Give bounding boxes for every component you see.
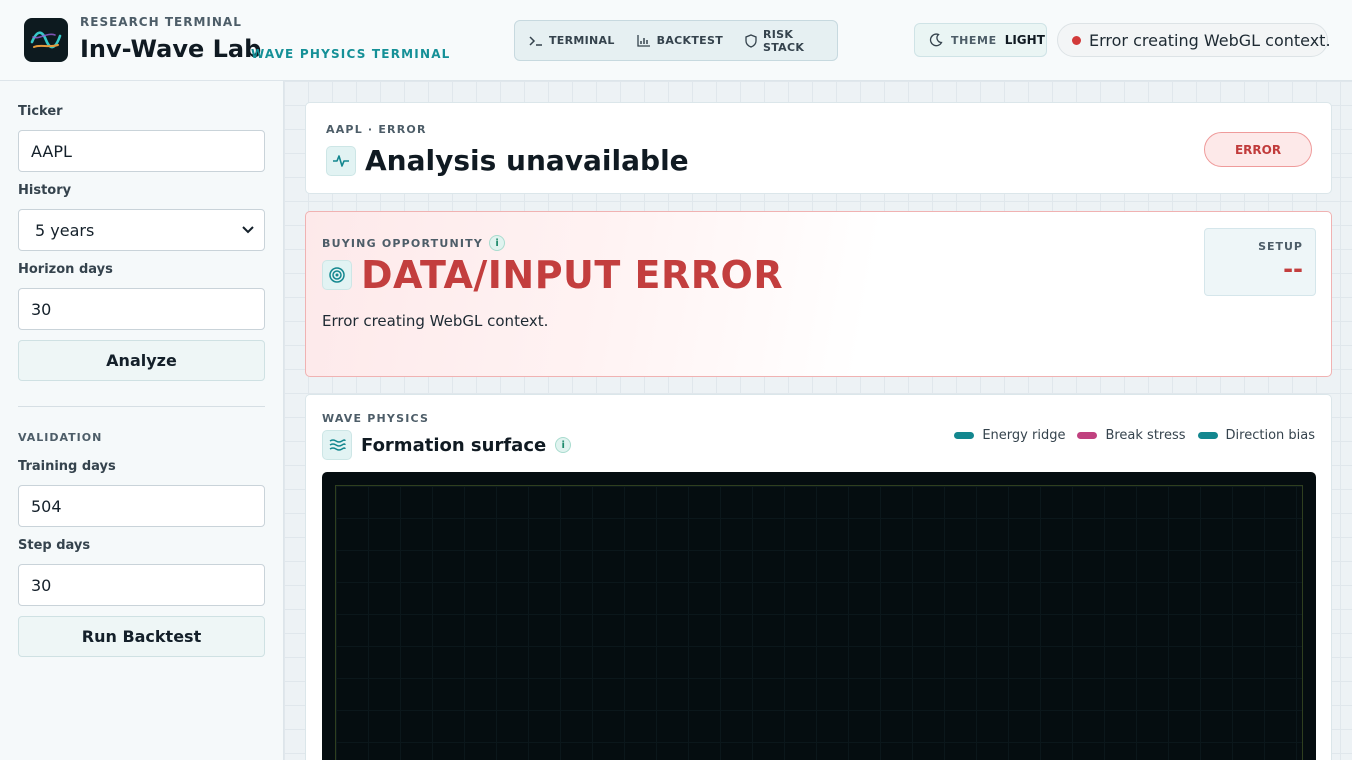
history-select[interactable]: 5 years <box>18 209 265 251</box>
signal-card: BUYING OPPORTUNITY i DATA/INPUT ERROR Er… <box>305 211 1332 377</box>
legend-direction-bias: Direction bias <box>1197 428 1315 443</box>
legend-swatch <box>954 432 975 439</box>
control-sidebar: Ticker History 5 years Horizon days Anal… <box>0 81 284 760</box>
history-label: History <box>18 183 72 198</box>
horizon-input[interactable] <box>18 288 265 330</box>
signal-headline: DATA/INPUT ERROR <box>361 253 784 297</box>
error-status-badge: ERROR <box>1204 132 1312 167</box>
training-days-label: Training days <box>18 459 116 474</box>
legend-label: Direction bias <box>1225 428 1315 443</box>
bar-chart-icon <box>637 34 650 47</box>
app-title: Inv-Wave Lab <box>80 35 262 63</box>
nav-risk-stack-label: RISK STACK <box>763 27 805 54</box>
legend-label: Energy ridge <box>982 428 1066 443</box>
validation-section-label: VALIDATION <box>18 431 103 444</box>
info-icon[interactable]: i <box>489 235 506 251</box>
pulse-icon <box>326 145 356 176</box>
setup-label: SETUP <box>1258 240 1303 253</box>
brand-kicker: RESEARCH TERMINAL <box>80 15 242 29</box>
sidebar-divider <box>18 406 265 407</box>
terminal-prompt-icon <box>529 35 542 46</box>
legend-break-stress: Break stress <box>1077 428 1186 443</box>
summary-kicker: AAPL · ERROR <box>326 123 427 136</box>
theme-label: THEME <box>951 33 997 47</box>
status-indicator: Error creating WebGL context. <box>1057 23 1331 57</box>
analyze-button[interactable]: Analyze <box>18 340 265 381</box>
summary-card: AAPL · ERROR Analysis unavailable ERROR <box>305 102 1332 194</box>
run-backtest-button[interactable]: Run Backtest <box>18 616 265 657</box>
app-header: RESEARCH TERMINAL Inv-Wave Lab WAVE PHYS… <box>0 0 1352 81</box>
status-dot-icon <box>1072 35 1081 45</box>
theme-value: LIGHT <box>1004 33 1045 47</box>
nav-risk-stack[interactable]: RISK STACK <box>745 28 837 54</box>
legend-swatch <box>1197 432 1218 439</box>
theme-toggle[interactable]: THEME LIGHT <box>914 23 1047 57</box>
step-days-label: Step days <box>18 538 91 553</box>
chevron-down-icon <box>242 226 254 234</box>
surface-kicker: WAVE PHYSICS <box>322 412 430 425</box>
main-nav: TERMINAL BACKTEST RISK STACK <box>514 20 838 61</box>
legend-energy-ridge: Energy ridge <box>954 428 1065 443</box>
ticker-label: Ticker <box>18 104 63 119</box>
horizon-label: Horizon days <box>18 262 113 277</box>
shield-icon <box>745 33 757 48</box>
formation-surface-card: WAVE PHYSICS Formation surface i Energy … <box>305 394 1332 760</box>
main-content: AAPL · ERROR Analysis unavailable ERROR … <box>284 81 1352 760</box>
webgl-surface-canvas[interactable] <box>322 472 1316 760</box>
surface-legend: Energy ridge Break stress Direction bias <box>954 428 1315 443</box>
ticker-input[interactable] <box>18 130 265 172</box>
legend-label: Break stress <box>1105 428 1186 443</box>
info-icon[interactable]: i <box>555 437 572 453</box>
training-days-input[interactable] <box>18 485 265 527</box>
step-days-input[interactable] <box>18 564 265 606</box>
waves-icon <box>322 430 352 460</box>
signal-kicker: BUYING OPPORTUNITY <box>322 236 484 250</box>
surface-title: Formation surface <box>361 434 547 456</box>
nav-backtest[interactable]: BACKTEST <box>637 34 723 47</box>
nav-backtest-label: BACKTEST <box>656 34 723 47</box>
app-subtitle: WAVE PHYSICS TERMINAL <box>251 47 451 61</box>
status-text: Error creating WebGL context. <box>1089 30 1331 50</box>
history-select-value: 5 years <box>35 220 95 240</box>
signal-message: Error creating WebGL context. <box>322 312 549 330</box>
nav-terminal[interactable]: TERMINAL <box>529 34 615 47</box>
legend-swatch <box>1077 432 1098 439</box>
moon-icon <box>929 33 943 47</box>
setup-panel: SETUP -- <box>1204 228 1316 296</box>
summary-title: Analysis unavailable <box>365 144 689 177</box>
nav-terminal-label: TERMINAL <box>549 34 615 47</box>
wave-logo-icon <box>30 31 62 49</box>
canvas-grid <box>335 485 1303 760</box>
target-icon <box>322 260 352 290</box>
setup-value: -- <box>1283 255 1303 283</box>
app-logo <box>24 18 68 62</box>
